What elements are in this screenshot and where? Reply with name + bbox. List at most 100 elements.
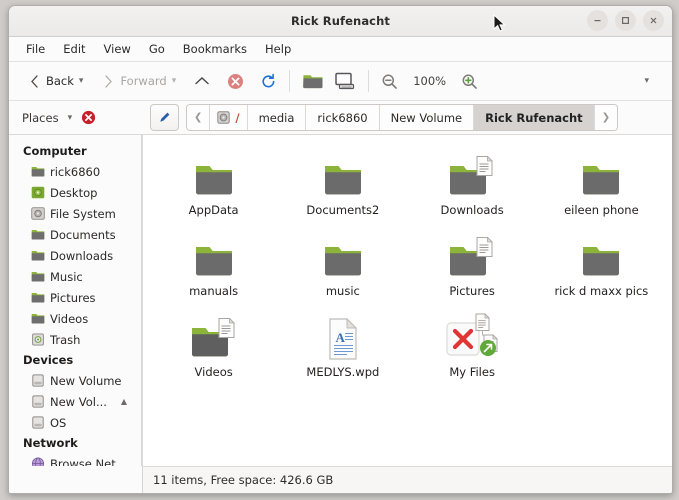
window-controls: [587, 10, 664, 31]
folder-icon: [31, 251, 45, 261]
folder-icon: [450, 236, 494, 276]
status-text: 11 items, Free space: 426.6 GB: [153, 473, 334, 487]
places-label: Places: [22, 110, 59, 125]
file-icon-wrap: A: [323, 317, 363, 361]
zoom-out-button[interactable]: [376, 65, 403, 97]
menu-view[interactable]: View: [96, 40, 139, 58]
chevron-left-icon: [31, 74, 38, 88]
breadcrumb: ❮ / media rick6860 New Volume Rick Rufen…: [186, 104, 619, 131]
open-folder-button[interactable]: [297, 65, 329, 97]
sidebar-item-browse-network[interactable]: Browse Net...: [9, 453, 141, 466]
file-icon-wrap: [444, 313, 500, 361]
folder-icon: [195, 166, 232, 195]
file-item[interactable]: My Files: [408, 311, 537, 388]
sidebar-item-music[interactable]: Music: [9, 266, 141, 287]
stop-button[interactable]: [222, 65, 249, 97]
places-dropdown-icon[interactable]: ▾: [68, 113, 73, 123]
sidebar-item-new-vol[interactable]: New Vol... ▲: [9, 391, 141, 412]
folder-icon: [31, 230, 45, 240]
menu-go[interactable]: Go: [141, 40, 173, 58]
sidebar-item-label: New Volume: [50, 373, 122, 388]
menubar: File Edit View Go Bookmarks Help: [9, 37, 672, 62]
file-item[interactable]: manuals: [149, 230, 278, 307]
places-header: Places ▾: [9, 101, 142, 134]
sidebar-item-file-system[interactable]: File System: [9, 203, 141, 224]
file-icon-wrap: [579, 236, 623, 280]
maximize-button[interactable]: [615, 10, 636, 31]
breadcrumb-next-button[interactable]: ❯: [594, 105, 618, 130]
sidebar-item-label: OS: [50, 415, 67, 430]
file-item[interactable]: Pictures: [408, 230, 537, 307]
file-item[interactable]: music: [278, 230, 407, 307]
folder-icon: [195, 247, 232, 276]
breadcrumb-item-current[interactable]: Rick Rufenacht: [474, 105, 595, 130]
breadcrumb-item-media[interactable]: media: [247, 105, 307, 130]
icon-grid: AppData Documents2 Downloads eileen phon…: [149, 149, 666, 388]
eject-icon[interactable]: ▲: [121, 397, 127, 406]
sidebar-section-computer: Computer: [23, 144, 87, 158]
minimize-button[interactable]: [587, 10, 608, 31]
up-button[interactable]: [188, 65, 216, 97]
sidebar-item-documents[interactable]: Documents: [9, 224, 141, 245]
folder-icon: [324, 166, 361, 195]
sidebar-section-network: Network: [23, 436, 78, 450]
titlebar[interactable]: Rick Rufenacht: [9, 6, 672, 37]
edit-path-button[interactable]: [150, 104, 179, 131]
close-circle-icon[interactable]: [81, 110, 96, 125]
file-name: Documents2: [306, 203, 380, 217]
folder-icon: [31, 167, 45, 177]
file-icon-wrap: [579, 155, 623, 199]
close-button[interactable]: [643, 10, 664, 31]
sidebar-item-downloads[interactable]: Downloads: [9, 245, 141, 266]
chevron-down-icon: ▾: [644, 76, 649, 86]
file-item[interactable]: AppData: [149, 149, 278, 226]
file-icon-wrap: [446, 236, 498, 280]
sidebar-item-label: rick6860: [50, 164, 101, 179]
back-history-dropdown[interactable]: ▾: [79, 76, 84, 86]
breadcrumb-item-rick6860[interactable]: rick6860: [306, 105, 380, 130]
menu-edit[interactable]: Edit: [55, 40, 93, 58]
file-item[interactable]: Documents2: [278, 149, 407, 226]
file-item[interactable]: rick d maxx pics: [537, 230, 666, 307]
file-list-pane[interactable]: AppData Documents2 Downloads eileen phon…: [142, 135, 672, 466]
sidebar-item-os[interactable]: OS: [9, 412, 141, 433]
sidebar-item-label: Trash: [50, 332, 81, 347]
menu-file[interactable]: File: [18, 40, 53, 58]
menu-help[interactable]: Help: [257, 40, 299, 58]
sidebar-item-trash[interactable]: Trash: [9, 329, 141, 350]
breadcrumb-item-new-volume[interactable]: New Volume: [379, 105, 475, 130]
sidebar-item-new-volume[interactable]: New Volume: [9, 370, 141, 391]
document-emblem-icon: [476, 155, 494, 176]
breadcrumb-prev-button[interactable]: ❮: [187, 105, 211, 130]
zoom-in-button[interactable]: [456, 65, 483, 97]
places-pathbar-row: Places ▾ ❮ / media rick6860 New Volume R…: [9, 101, 672, 135]
forward-history-dropdown[interactable]: ▾: [172, 76, 177, 86]
document-icon: A: [329, 317, 358, 360]
back-button[interactable]: Back: [23, 65, 79, 97]
file-item[interactable]: Downloads: [408, 149, 537, 226]
sidebar-item-rick6860[interactable]: rick6860: [9, 161, 141, 182]
sidebar-item-pictures[interactable]: Pictures: [9, 287, 141, 308]
menu-bookmarks[interactable]: Bookmarks: [175, 40, 255, 58]
broken-link-icon: [446, 313, 499, 356]
file-item[interactable]: eileen phone: [537, 149, 666, 226]
window-title: Rick Rufenacht: [291, 14, 390, 28]
zoom-out-icon: [382, 74, 398, 89]
network-icon: [31, 457, 45, 466]
chevron-up-icon: [195, 77, 209, 85]
sidebar-item-desktop[interactable]: Desktop: [9, 182, 141, 203]
file-name: Pictures: [449, 284, 495, 298]
sidebar-item-videos[interactable]: Videos: [9, 308, 141, 329]
file-name: Downloads: [440, 203, 504, 217]
breadcrumb-root[interactable]: /: [210, 105, 248, 130]
file-item[interactable]: A MEDLYS.wpd: [278, 311, 407, 388]
computer-button[interactable]: [329, 65, 361, 97]
file-item[interactable]: Videos: [149, 311, 278, 388]
file-name: music: [325, 284, 360, 298]
forward-button[interactable]: Forward: [97, 65, 171, 97]
file-name: Videos: [194, 365, 233, 379]
svg-text:A: A: [335, 330, 345, 345]
toolbar-overflow-button[interactable]: ▾: [639, 65, 654, 97]
reload-button[interactable]: [255, 65, 282, 97]
pencil-icon: [160, 112, 170, 122]
